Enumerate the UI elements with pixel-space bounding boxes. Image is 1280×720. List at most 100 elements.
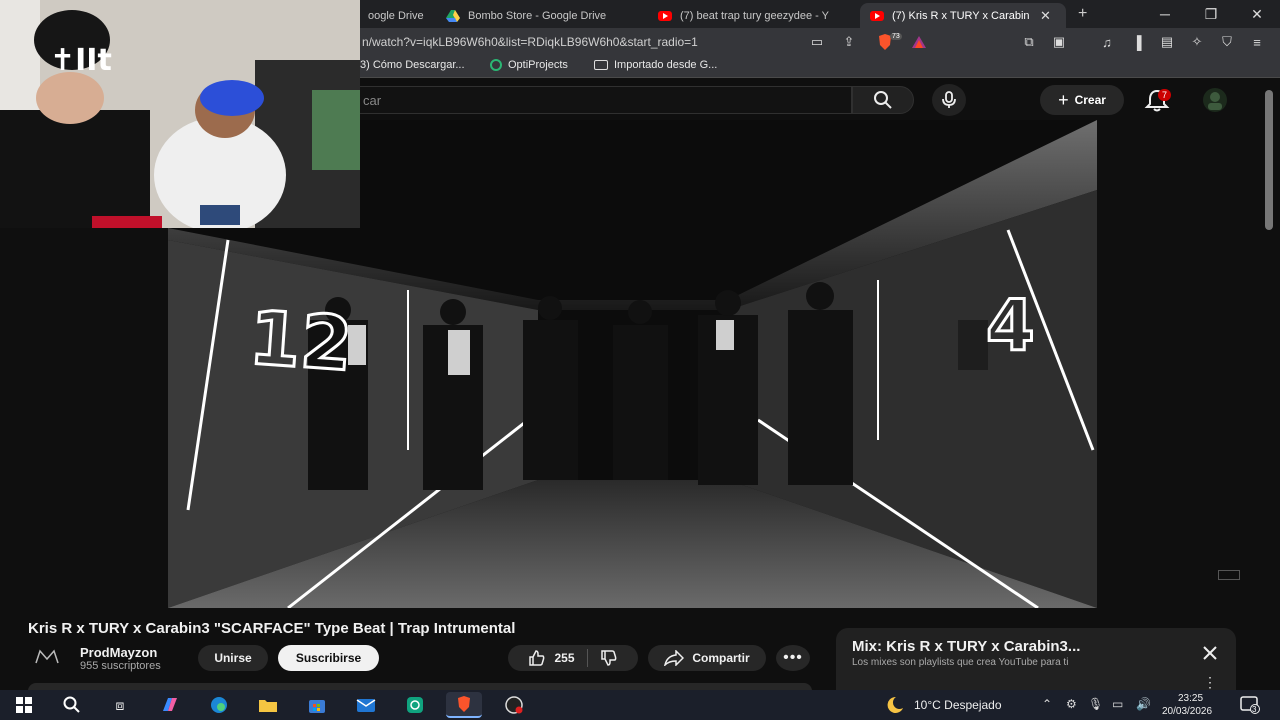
cast-icon[interactable]: ▭ (808, 33, 826, 51)
youtube-icon (870, 10, 884, 21)
account-avatar[interactable] (1203, 88, 1227, 112)
close-icon[interactable] (1200, 643, 1220, 663)
restore-icon[interactable]: ❐ (1188, 0, 1234, 28)
windows-icon (16, 697, 32, 713)
mix-title[interactable]: Mix: Kris R x TURY x Carabin3... (852, 638, 1080, 655)
green-app[interactable] (397, 692, 433, 718)
store-icon (309, 700, 325, 713)
bookmark-optiprojects[interactable]: OptiProjects (490, 59, 568, 71)
more-actions-button[interactable]: ••• (776, 645, 810, 671)
tab-beat-trap[interactable]: (7) beat trap tury geezydee - Y (648, 3, 854, 28)
subscribe-button[interactable]: Suscribirse (278, 645, 379, 671)
copilot-app[interactable] (152, 692, 188, 718)
share-page-icon[interactable]: ⇪ (840, 33, 858, 51)
google-drive-icon (446, 10, 460, 22)
webcam-overlay: ✝IIt (0, 0, 360, 228)
tab-label: Bombo Store - Google Drive (468, 9, 607, 22)
more-dots-icon: ••• (783, 649, 803, 666)
folder-icon (594, 60, 608, 70)
obs-icon (505, 696, 523, 714)
clock-time[interactable]: 23:25 (1178, 693, 1203, 704)
search-icon (63, 696, 80, 713)
brave-rewards-icon[interactable] (910, 33, 928, 51)
vpn-icon[interactable]: ⛉ (1218, 33, 1236, 51)
task-view-icon: ⧈ (115, 696, 125, 713)
create-button[interactable]: + Crear (1040, 85, 1124, 115)
video-title: Kris R x TURY x Carabin3 "SCARFACE" Type… (28, 620, 516, 637)
tab-bombo-store[interactable]: Bombo Store - Google Drive (436, 3, 642, 28)
extensions-icon[interactable]: ⧉ (1020, 33, 1038, 51)
wall-number-left: 12 (246, 295, 355, 388)
new-tab-icon[interactable]: + (1078, 5, 1087, 23)
create-label: Crear (1074, 93, 1106, 107)
share-button[interactable]: Compartir (648, 645, 766, 671)
bookmark-label: Importado desde G... (614, 59, 718, 71)
leo-ai-icon[interactable]: ✧ (1188, 33, 1206, 51)
wallet-icon[interactable]: ▤ (1158, 33, 1176, 51)
dislike-button[interactable] (588, 649, 618, 667)
copilot-icon (163, 698, 177, 711)
bookmark-como-descargar[interactable]: 3) Cómo Descargar... (360, 59, 465, 71)
wall-number-right: 4 (986, 285, 1035, 367)
mix-more-icon[interactable]: ⋮ (1203, 675, 1217, 689)
outlook-app[interactable] (348, 692, 384, 718)
optiprojects-icon (490, 59, 502, 71)
tray-mic-icon[interactable]: 🎙 (1088, 697, 1103, 711)
share-icon (664, 650, 685, 666)
join-button[interactable]: Unirse (198, 645, 268, 671)
file-explorer-app[interactable] (250, 692, 286, 718)
close-tab-icon[interactable]: ✕ (1040, 8, 1051, 24)
like-count: 255 (554, 651, 575, 665)
youtube-icon (658, 10, 672, 21)
app-icon (407, 697, 423, 713)
tab-label: (7) Kris R x TURY x Carabin (892, 9, 1030, 22)
weather-text[interactable]: 10°C Despejado (914, 698, 1002, 712)
notification-count: 3 (1252, 705, 1257, 714)
search-button[interactable] (852, 86, 914, 114)
media-controls-icon[interactable]: ♫ (1098, 33, 1116, 51)
shield-badge: 73 (890, 33, 902, 40)
obs-app[interactable] (496, 692, 532, 718)
sidebar-icon[interactable]: ▐ (1128, 33, 1146, 51)
like-dislike-group: 255 (508, 645, 638, 671)
bookmark-label: 3) Cómo Descargar... (360, 59, 465, 71)
screenshot-icon[interactable]: ▣ (1050, 33, 1068, 51)
notifications-badge: 7 (1158, 89, 1172, 101)
network-icon[interactable]: ▭ (1112, 697, 1123, 711)
close-window-icon[interactable]: ✕ (1234, 0, 1280, 28)
brave-app[interactable] (446, 692, 482, 718)
bookmark-importado[interactable]: Importado desde G... (594, 59, 717, 71)
notification-center-icon[interactable] (1240, 696, 1260, 719)
voice-search-button[interactable] (932, 84, 966, 116)
tab-label: (7) beat trap tury geezydee - Y (680, 9, 829, 22)
menu-icon[interactable]: ≡ (1248, 33, 1266, 51)
minimize-icon[interactable]: ─ (1142, 0, 1188, 28)
tab-google-drive[interactable]: oogle Drive (358, 3, 442, 28)
url-field[interactable]: n/watch?v=iqkLB96W6h0&list=RDiqkLB96W6h0… (362, 35, 698, 49)
store-app[interactable] (299, 692, 335, 718)
show-hidden-icons[interactable]: ⌃ (1042, 697, 1052, 711)
weather-moon-icon[interactable] (884, 696, 904, 719)
clock-date[interactable]: 20/03/2026 (1162, 706, 1212, 717)
page-scrollbar[interactable] (1265, 90, 1273, 230)
mail-icon (356, 699, 376, 712)
search-input[interactable]: car (340, 86, 852, 114)
tray-app-icon[interactable]: ⚙ (1066, 697, 1077, 711)
folder-icon (259, 700, 277, 712)
subscriber-count: 955 suscriptores (80, 660, 161, 672)
bookmark-label: OptiProjects (508, 59, 568, 71)
channel-avatar[interactable] (34, 648, 60, 666)
taskbar-search[interactable] (54, 692, 90, 718)
share-label: Compartir (692, 651, 750, 665)
tab-kris-r-active[interactable]: (7) Kris R x TURY x Carabin ✕ (860, 3, 1066, 28)
task-view-button[interactable]: ⧈ (102, 692, 138, 718)
like-button[interactable]: 255 (528, 649, 588, 667)
edge-app[interactable] (201, 692, 237, 718)
svg-text:✝IIt: ✝IIt (50, 43, 112, 78)
plus-icon: + (1058, 89, 1069, 110)
microphone-icon (942, 91, 956, 108)
search-icon (874, 91, 892, 109)
start-button[interactable] (6, 692, 42, 718)
volume-icon[interactable]: 🔊 (1136, 697, 1151, 711)
channel-name[interactable]: ProdMayzon (80, 645, 157, 660)
